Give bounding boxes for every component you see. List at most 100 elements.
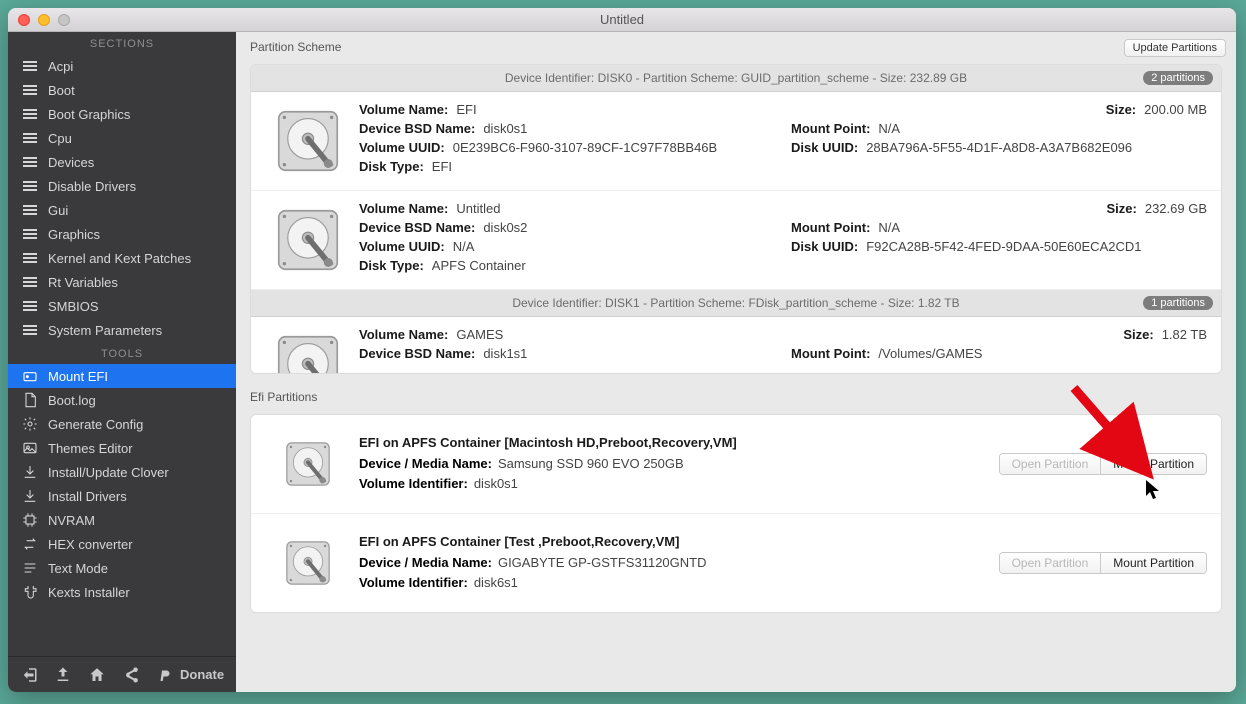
sidebar-item-kernel-and-kext-patches[interactable]: Kernel and Kext Patches bbox=[8, 246, 236, 270]
partition-disk_uuid: Disk UUID:28BA796A-5F55-4D1F-A8D8-A3A7B6… bbox=[791, 140, 1207, 155]
sidebar-item-cpu[interactable]: Cpu bbox=[8, 126, 236, 150]
list-icon bbox=[22, 130, 38, 146]
sidebar-item-smbios[interactable]: SMBIOS bbox=[8, 294, 236, 318]
sidebar-item-disable-drivers[interactable]: Disable Drivers bbox=[8, 174, 236, 198]
partition-disk_uuid: Disk UUID:F92CA28B-5F42-4FED-9DAA-50E60E… bbox=[791, 239, 1207, 254]
efi-partition-row: EFI on APFS Container [Macintosh HD,Preb… bbox=[251, 415, 1221, 514]
mount-partition-button[interactable]: Mount Partition bbox=[1101, 553, 1206, 573]
partition-size: Size:1.82 TB bbox=[791, 327, 1207, 342]
partition-volume_uuid: Volume UUID:0E239BC6-F960-3107-89CF-1C97… bbox=[359, 140, 779, 155]
sidebar-item-acpi[interactable]: Acpi bbox=[8, 54, 236, 78]
sidebar-item-label: Boot.log bbox=[48, 393, 96, 408]
partition-row: Volume Name:UntitledSize:232.69 GBDevice… bbox=[251, 191, 1221, 290]
sidebar-item-gui[interactable]: Gui bbox=[8, 198, 236, 222]
efi-title: EFI on APFS Container [Macintosh HD,Preb… bbox=[359, 433, 999, 454]
partition-bsd_name: Device BSD Name:disk0s1 bbox=[359, 121, 779, 136]
mount-partition-button[interactable]: Mount Partition bbox=[1101, 454, 1206, 474]
sidebar-item-nvram[interactable]: NVRAM bbox=[8, 508, 236, 532]
sidebar-item-label: Gui bbox=[48, 203, 68, 218]
efi-volume-id: disk6s1 bbox=[474, 575, 518, 590]
sidebar-item-mount-efi[interactable]: Mount EFI bbox=[8, 364, 236, 388]
app-window: Untitled SECTIONS AcpiBootBoot GraphicsC… bbox=[8, 8, 1236, 692]
partition-size: Size:232.69 GB bbox=[791, 201, 1207, 216]
disk-header-text: Device Identifier: DISK0 - Partition Sch… bbox=[505, 71, 967, 85]
list-icon bbox=[22, 154, 38, 170]
image-icon bbox=[22, 440, 38, 456]
download-icon bbox=[22, 488, 38, 504]
list-icon bbox=[22, 82, 38, 98]
sidebar-item-label: Devices bbox=[48, 155, 94, 170]
list-icon bbox=[22, 322, 38, 338]
partition-disk_type: Disk Type:EFI bbox=[359, 159, 779, 174]
open-partition-button[interactable]: Open Partition bbox=[1000, 454, 1102, 474]
sidebar-item-label: Boot bbox=[48, 83, 75, 98]
sidebar-item-label: Disable Drivers bbox=[48, 179, 136, 194]
partition-scheme-header: Partition Scheme bbox=[236, 32, 1236, 58]
sidebar-item-label: Cpu bbox=[48, 131, 72, 146]
plugin-icon bbox=[22, 584, 38, 600]
disk-header: Device Identifier: DISK0 - Partition Sch… bbox=[251, 65, 1221, 92]
list-icon bbox=[22, 298, 38, 314]
sidebar-item-generate-config[interactable]: Generate Config bbox=[8, 412, 236, 436]
list-icon bbox=[22, 250, 38, 266]
import-icon[interactable] bbox=[54, 666, 72, 684]
sidebar-item-install-drivers[interactable]: Install Drivers bbox=[8, 484, 236, 508]
sidebar-item-system-parameters[interactable]: System Parameters bbox=[8, 318, 236, 342]
sidebar-item-rt-variables[interactable]: Rt Variables bbox=[8, 270, 236, 294]
sidebar-item-label: Kexts Installer bbox=[48, 585, 130, 600]
sidebar-item-install-update-clover[interactable]: Install/Update Clover bbox=[8, 460, 236, 484]
hdd-icon bbox=[269, 102, 347, 180]
partition-volume_name: Volume Name:Untitled bbox=[359, 201, 779, 216]
partition-row: Volume Name:EFISize:200.00 MBDevice BSD … bbox=[251, 92, 1221, 191]
swap-icon bbox=[22, 536, 38, 552]
text-icon bbox=[22, 560, 38, 576]
open-partition-button[interactable]: Open Partition bbox=[1000, 553, 1102, 573]
tools-header: TOOLS bbox=[8, 342, 236, 364]
gear-icon bbox=[22, 416, 38, 432]
bottom-bar: Donate bbox=[8, 656, 236, 692]
sidebar-item-label: NVRAM bbox=[48, 513, 95, 528]
efi-title: EFI on APFS Container [Test ,Preboot,Rec… bbox=[359, 532, 999, 553]
download-icon bbox=[22, 464, 38, 480]
sidebar-item-text-mode[interactable]: Text Mode bbox=[8, 556, 236, 580]
partition-mount_point: Mount Point:N/A bbox=[791, 121, 1207, 136]
partition-mount_point: Mount Point:/Volumes/GAMES bbox=[791, 346, 1207, 361]
sidebar: SECTIONS AcpiBootBoot GraphicsCpuDevices… bbox=[8, 32, 236, 692]
partition-volume_name: Volume Name:EFI bbox=[359, 102, 779, 117]
hdd-icon bbox=[269, 524, 347, 602]
window-title: Untitled bbox=[8, 12, 1236, 27]
partition-row: Volume Name:GAMES Size:1.82 TB Device BSD … bbox=[251, 317, 1221, 374]
efi-partitions-header: Efi Partitions bbox=[236, 382, 1236, 408]
partition-disk_type: Disk Type:APFS Container bbox=[359, 258, 779, 273]
partition-volume_name: Volume Name:GAMES bbox=[359, 327, 779, 342]
sidebar-item-label: Generate Config bbox=[48, 417, 143, 432]
partition-bsd_name: Device BSD Name:disk1s1 bbox=[359, 346, 779, 361]
sidebar-item-boot[interactable]: Boot bbox=[8, 78, 236, 102]
donate-label: Donate bbox=[180, 667, 224, 682]
sidebar-item-label: SMBIOS bbox=[48, 299, 99, 314]
sidebar-item-themes-editor[interactable]: Themes Editor bbox=[8, 436, 236, 460]
hdd-icon bbox=[269, 425, 347, 503]
list-icon bbox=[22, 202, 38, 218]
doc-icon bbox=[22, 392, 38, 408]
logout-icon[interactable] bbox=[20, 666, 38, 684]
partition-volume_uuid: Volume UUID:N/A bbox=[359, 239, 779, 254]
update-partitions-button[interactable]: Update Partitions bbox=[1124, 39, 1226, 57]
sidebar-item-devices[interactable]: Devices bbox=[8, 150, 236, 174]
sidebar-item-label: Acpi bbox=[48, 59, 73, 74]
sidebar-item-boot-log[interactable]: Boot.log bbox=[8, 388, 236, 412]
partition-count-badge: 2 partitions bbox=[1143, 71, 1213, 85]
home-icon[interactable] bbox=[88, 666, 106, 684]
main-panel: Update Partitions Partition Scheme Devic… bbox=[236, 32, 1236, 692]
donate-button[interactable]: Donate bbox=[156, 666, 224, 684]
disk-header-text: Device Identifier: DISK1 - Partition Sch… bbox=[512, 296, 959, 310]
sidebar-item-label: HEX converter bbox=[48, 537, 133, 552]
list-icon bbox=[22, 274, 38, 290]
sidebar-item-boot-graphics[interactable]: Boot Graphics bbox=[8, 102, 236, 126]
sidebar-item-kexts-installer[interactable]: Kexts Installer bbox=[8, 580, 236, 604]
share-icon[interactable] bbox=[122, 666, 140, 684]
sidebar-item-hex-converter[interactable]: HEX converter bbox=[8, 532, 236, 556]
hdd-icon bbox=[269, 201, 347, 279]
sidebar-item-graphics[interactable]: Graphics bbox=[8, 222, 236, 246]
partition-count-badge: 1 partitions bbox=[1143, 296, 1213, 310]
